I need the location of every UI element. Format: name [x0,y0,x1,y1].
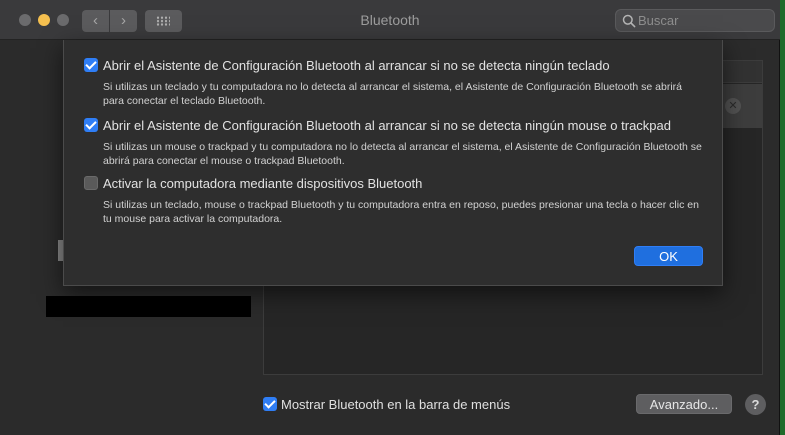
search-input[interactable] [638,12,768,29]
option-keyboard-checkbox[interactable] [84,58,98,72]
ok-button[interactable]: OK [634,246,703,266]
option-wake: Activar la computadora mediante disposit… [84,174,714,226]
show-in-menu-bar-checkbox[interactable] [263,397,277,411]
option-keyboard-description: Si utilizas un teclado y tu computadora … [103,81,682,107]
option-keyboard-label: Abrir el Asistente de Configuración Blue… [103,57,610,73]
option-wake-checkbox[interactable] [84,176,98,190]
option-wake-description: Si utilizas un teclado, mouse o trackpad… [103,199,699,225]
option-mouse-trackpad-description: Si utilizas un mouse o trackpad y tu com… [103,141,702,167]
option-mouse-trackpad-row[interactable]: Abrir el Asistente de Configuración Blue… [84,116,714,134]
option-keyboard-row[interactable]: Abrir el Asistente de Configuración Blue… [84,56,714,74]
advanced-button[interactable]: Avanzado... [636,394,732,414]
option-mouse-trackpad-label: Abrir el Asistente de Configuración Blue… [103,117,672,133]
option-wake-label: Activar la computadora mediante disposit… [103,175,423,191]
show-in-menu-bar-option[interactable]: Mostrar Bluetooth en la barra de menús [263,394,510,414]
search-icon [622,14,636,28]
title-bar: ‹ › Bluetooth [0,0,780,40]
option-wake-row[interactable]: Activar la computadora mediante disposit… [84,174,714,192]
show-in-menu-bar-label: Mostrar Bluetooth en la barra de menús [281,396,511,412]
bluetooth-setup-sheet: Abrir el Asistente de Configuración Blue… [63,40,723,286]
option-keyboard: Abrir el Asistente de Configuración Blue… [84,56,714,108]
desktop-edge [780,0,785,435]
help-icon[interactable]: ? [745,394,766,415]
preferences-window: ‹ › Bluetooth ✕ Mostrar Bluetooth en la … [0,0,780,435]
search-field[interactable] [615,9,775,32]
option-mouse-trackpad-checkbox[interactable] [84,118,98,132]
redacted-device-name [46,296,251,317]
option-mouse-trackpad: Abrir el Asistente de Configuración Blue… [84,116,714,168]
remove-x-icon[interactable]: ✕ [725,98,741,114]
